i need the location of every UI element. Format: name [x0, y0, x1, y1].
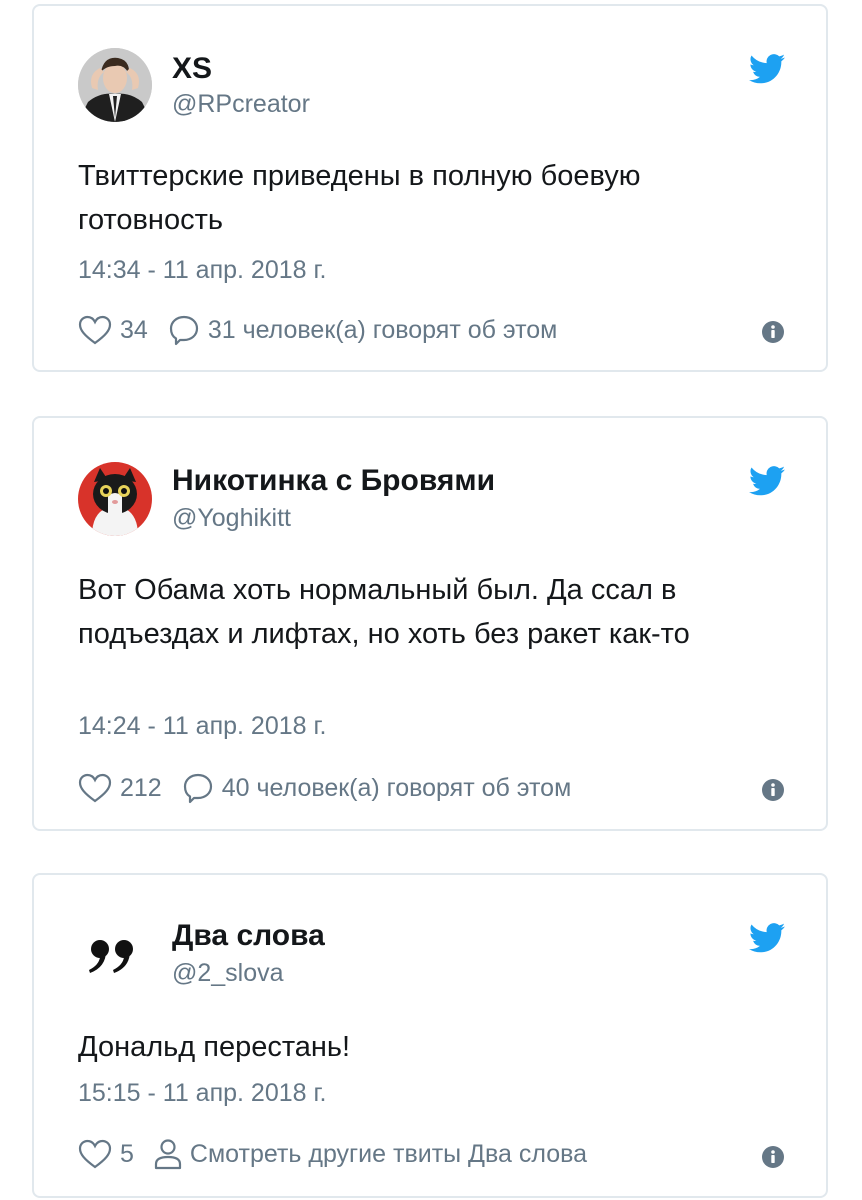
display-name[interactable]: Два слова: [172, 919, 325, 953]
timestamp[interactable]: 15:15 - 11 апр. 2018 г.: [78, 1079, 327, 1108]
user-handle[interactable]: @RPcreator: [172, 90, 310, 119]
heart-icon[interactable]: [78, 315, 112, 345]
tweet-card[interactable]: XS @RPcreator Твиттерские приведены в по…: [32, 4, 828, 372]
avatar[interactable]: [78, 48, 152, 122]
user-handle[interactable]: @2_slova: [172, 959, 284, 988]
twitter-bird-icon[interactable]: [749, 466, 785, 496]
twitter-bird-icon[interactable]: [749, 923, 785, 953]
avatar[interactable]: [78, 462, 152, 536]
like-count[interactable]: 34: [120, 316, 148, 345]
info-icon[interactable]: [761, 778, 785, 802]
info-icon[interactable]: [761, 320, 785, 344]
tweet-card[interactable]: Никотинка с Бровями @Yoghikitt Вот Обама…: [32, 416, 828, 831]
avatar[interactable]: [78, 919, 152, 993]
view-more-tweets-link[interactable]: Смотреть другие твиты Два слова: [190, 1140, 587, 1169]
tweet-actions: 34 31 человек(а) говорят об этом: [78, 312, 557, 348]
heart-icon[interactable]: [78, 1139, 112, 1169]
twitter-bird-icon[interactable]: [749, 54, 785, 84]
display-name[interactable]: Никотинка с Бровями: [172, 464, 495, 498]
speech-bubble-icon[interactable]: [182, 772, 214, 804]
person-icon[interactable]: [154, 1138, 182, 1170]
timestamp[interactable]: 14:34 - 11 апр. 2018 г.: [78, 256, 327, 285]
tweet-text: Дональд перестань!: [78, 1031, 351, 1063]
tweet-text: Вот Обама хоть нормальный был. Да ссал в…: [78, 574, 690, 650]
tweet-card[interactable]: Два слова @2_slova Дональд перестань! 15…: [32, 873, 828, 1198]
conversation-link[interactable]: 40 человек(а) говорят об этом: [222, 774, 572, 803]
conversation-link[interactable]: 31 человек(а) говорят об этом: [208, 316, 558, 345]
tweet-actions: 5 Смотреть другие твиты Два слова: [78, 1136, 587, 1172]
user-handle[interactable]: @Yoghikitt: [172, 504, 291, 533]
timestamp[interactable]: 14:24 - 11 апр. 2018 г.: [78, 712, 327, 741]
speech-bubble-icon[interactable]: [168, 314, 200, 346]
info-icon[interactable]: [761, 1145, 785, 1169]
like-count[interactable]: 212: [120, 774, 162, 803]
tweet-actions: 212 40 человек(а) говорят об этом: [78, 770, 571, 806]
tweet-text: Твиттерские приведены в полную боевую го…: [78, 160, 641, 236]
display-name[interactable]: XS: [172, 52, 212, 86]
heart-icon[interactable]: [78, 773, 112, 803]
like-count[interactable]: 5: [120, 1140, 134, 1169]
